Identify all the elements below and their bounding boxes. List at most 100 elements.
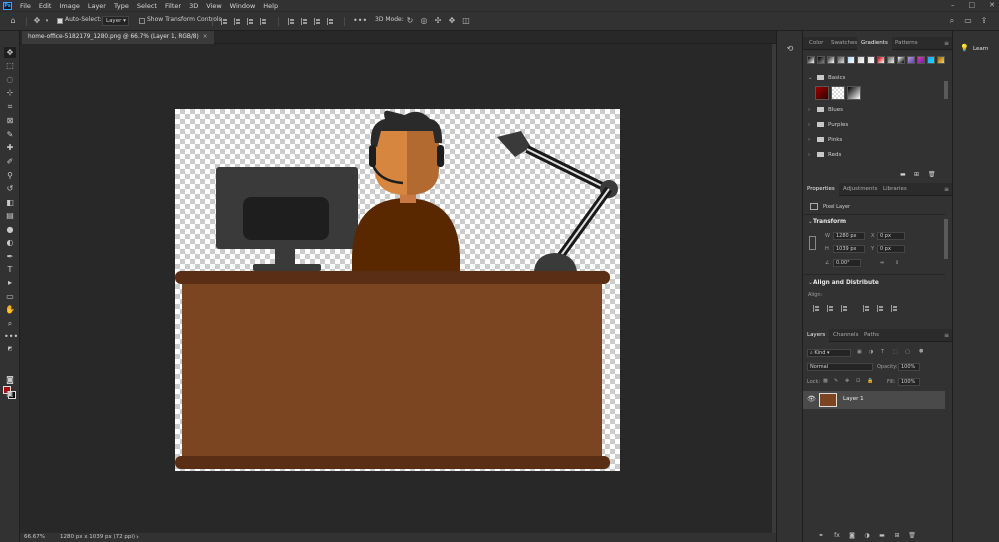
gradient-swatch[interactable] [897, 56, 905, 64]
menu-window[interactable]: Window [226, 2, 260, 10]
flip-horizontal-icon[interactable]: ⇹ [880, 260, 884, 266]
3d-drag-icon[interactable]: ✣ [433, 16, 443, 26]
menu-type[interactable]: Type [110, 2, 133, 10]
tab-color[interactable]: Color [805, 37, 827, 50]
align-center-icon[interactable] [234, 18, 241, 25]
document-tab[interactable]: home-office-5182179_1280.png @ 66.7% (La… [22, 31, 214, 44]
width-field[interactable]: 1280 px [833, 232, 865, 240]
flip-vertical-icon[interactable]: ⇕ [895, 260, 899, 266]
clone-stamp-icon[interactable]: ⚲ [4, 170, 16, 181]
align-top-icon[interactable] [260, 18, 267, 25]
eyedropper-tool-icon[interactable]: ✎ [4, 129, 16, 140]
lock-all-icon[interactable]: 🔒 [867, 378, 873, 384]
panel-menu-icon[interactable]: ≡ [944, 40, 949, 47]
share-icon[interactable]: ⇪ [979, 16, 989, 26]
move-tool-icon[interactable]: ✥ [4, 47, 16, 58]
distribute-1-icon[interactable] [288, 18, 295, 25]
tab-paths[interactable]: Paths [860, 329, 883, 342]
gradients-scrollbar[interactable] [944, 81, 948, 99]
filter-adjustment-icon[interactable]: ◑ [869, 349, 873, 355]
gradient-swatch[interactable] [887, 56, 895, 64]
lock-artboard-icon[interactable]: ⊡ [856, 378, 860, 384]
tab-close-icon[interactable]: × [203, 34, 208, 40]
angle-field[interactable]: 0.00° [833, 259, 861, 267]
filter-smart-object-icon[interactable]: ▢ [905, 349, 910, 355]
visibility-eye-icon[interactable]: 👁 [807, 395, 816, 403]
hand-tool-icon[interactable]: ✋ [4, 304, 16, 315]
align-left-icon[interactable] [813, 305, 820, 312]
properties-scrollbar[interactable] [944, 219, 948, 259]
chevron-down-icon[interactable]: ▾ [42, 16, 52, 26]
add-mask-icon[interactable]: ◙ [848, 532, 856, 539]
align-bottom-icon[interactable] [891, 305, 898, 312]
gradient-swatch[interactable] [857, 56, 865, 64]
layer-name[interactable]: Layer 1 [843, 396, 864, 402]
gradient-swatch[interactable] [907, 56, 915, 64]
tab-layers[interactable]: Layers [803, 329, 830, 342]
auto-select-checkbox[interactable] [57, 18, 63, 24]
zoom-level[interactable]: 66.67% [24, 534, 45, 540]
zoom-tool-icon[interactable]: ⌕ [4, 318, 16, 329]
3d-roll-icon[interactable]: ◎ [419, 16, 429, 26]
gradient-group-blues[interactable]: › Blues [808, 104, 843, 116]
gradient-swatch[interactable] [927, 56, 935, 64]
lock-position-icon[interactable]: ✥ [845, 378, 849, 384]
tab-properties[interactable]: Properties [803, 183, 839, 196]
blend-mode-dropdown[interactable]: Normal [807, 363, 873, 371]
tab-adjustments[interactable]: Adjustments [839, 183, 881, 196]
menu-layer[interactable]: Layer [84, 2, 110, 10]
tab-gradients[interactable]: Gradients [857, 37, 892, 50]
tab-patterns[interactable]: Patterns [891, 37, 922, 50]
x-field[interactable]: 0 px [877, 232, 905, 240]
align-top-icon[interactable] [863, 305, 870, 312]
delete-icon[interactable]: 🗑 [928, 171, 936, 178]
align-hcenter-icon[interactable] [827, 305, 834, 312]
menu-select[interactable]: Select [133, 2, 161, 10]
gradient-group-pinks[interactable]: › Pinks [808, 134, 842, 146]
new-group-icon[interactable]: ▬ [900, 171, 906, 178]
menu-image[interactable]: Image [55, 2, 83, 10]
lock-pixels-icon[interactable]: ✎ [834, 378, 838, 384]
rectangle-tool-icon[interactable]: ▭ [4, 291, 16, 302]
search-icon[interactable]: ⌕ [947, 16, 957, 26]
lasso-tool-icon[interactable]: ◌ [4, 74, 16, 85]
distribute-4-icon[interactable] [327, 18, 334, 25]
adjustment-layer-icon[interactable]: ◑ [863, 532, 871, 539]
layer-filter-dropdown[interactable]: ⌕ Kind ▾ [807, 349, 851, 357]
new-group-icon[interactable]: ▬ [878, 532, 886, 539]
tab-channels[interactable]: Channels [829, 329, 862, 342]
quick-select-tool-icon[interactable]: ⊹ [4, 87, 16, 98]
type-tool-icon[interactable]: T [4, 264, 16, 275]
distribute-2-icon[interactable] [301, 18, 308, 25]
home-icon[interactable]: ⌂ [8, 16, 18, 26]
screen-mode-icon[interactable]: ▣ [4, 388, 16, 399]
history-brush-icon[interactable]: ↺ [4, 183, 16, 194]
edit-toolbar-icon[interactable]: ••• [4, 331, 18, 342]
menu-file[interactable]: File [16, 2, 35, 10]
menu-edit[interactable]: Edit [35, 2, 56, 10]
layer-style-icon[interactable]: fx [833, 532, 841, 539]
gradient-swatch[interactable] [917, 56, 925, 64]
3d-orbit-icon[interactable]: ↻ [405, 16, 415, 26]
maximize-icon[interactable]: □ [969, 1, 976, 9]
healing-brush-icon[interactable]: ✚ [4, 142, 16, 153]
opacity-field[interactable]: 100% [898, 363, 920, 371]
auto-select-target-dropdown[interactable]: Layer ▾ [102, 16, 129, 26]
lock-transparent-icon[interactable]: ▩ [823, 378, 828, 384]
new-layer-icon[interactable]: ⊞ [893, 532, 901, 539]
3d-scale-icon[interactable]: ◫ [461, 16, 471, 26]
menu-help[interactable]: Help [259, 2, 282, 10]
minimize-icon[interactable]: – [951, 1, 955, 9]
3d-slide-icon[interactable]: ✥ [447, 16, 457, 26]
menu-3d[interactable]: 3D [185, 2, 202, 10]
gradient-swatch[interactable] [837, 56, 845, 64]
align-right-icon[interactable] [841, 305, 848, 312]
more-options-icon[interactable]: ••• [353, 16, 367, 26]
gradient-swatch[interactable] [847, 86, 861, 100]
dodge-tool-icon[interactable]: ◐ [4, 237, 16, 248]
align-left-icon[interactable] [221, 18, 228, 25]
gradient-group-purples[interactable]: › Purples [808, 119, 848, 131]
gradient-swatch[interactable] [815, 86, 829, 100]
close-icon[interactable]: ✕ [989, 1, 995, 9]
menu-filter[interactable]: Filter [161, 2, 185, 10]
